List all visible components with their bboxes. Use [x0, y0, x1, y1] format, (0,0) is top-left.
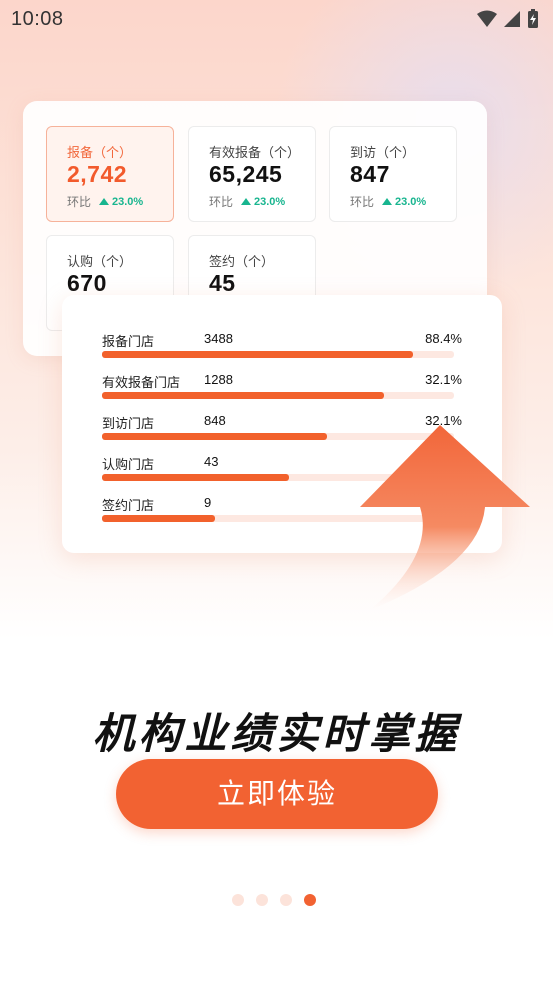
store-percent: 32.1%	[425, 372, 462, 387]
metric-label: 报备（个）	[67, 145, 133, 160]
store-count: 9	[204, 495, 212, 510]
status-bar: 10:08	[0, 0, 553, 38]
signal-icon	[504, 11, 520, 27]
compare-change: 23.0%	[112, 195, 144, 208]
page-indicator	[232, 894, 316, 906]
metric-visit: 到访（个） 847 环比 23.0%	[329, 126, 457, 222]
store-label: 到访门店	[102, 416, 155, 431]
metric-label: 有效报备（个）	[209, 145, 301, 160]
up-triangle-icon	[382, 198, 393, 205]
page-dot[interactable]	[280, 894, 292, 906]
up-triangle-icon	[99, 198, 110, 205]
store-label: 签约门店	[102, 498, 155, 513]
metric-value: 670	[67, 270, 107, 296]
page-dot[interactable]	[256, 894, 268, 906]
metric-compare: 环比 23.0%	[350, 193, 426, 210]
metric-compare: 环比 23.0%	[67, 193, 143, 210]
wifi-icon	[477, 10, 497, 27]
progress-track	[102, 392, 454, 399]
progress-fill	[102, 351, 414, 358]
status-time: 10:08	[11, 8, 64, 30]
headline: 机构业绩实时掌握	[92, 710, 461, 757]
battery-icon	[528, 9, 538, 28]
page-dot-active[interactable]	[304, 894, 316, 906]
compare-change: 23.0%	[254, 195, 286, 208]
status-icons	[477, 9, 539, 29]
metric-label: 认购（个）	[67, 254, 133, 269]
hero-illustration: 10:08 报备（个） 2,742 环比 23.0% 有效报备（个） 65,24…	[0, 0, 553, 640]
store-label: 认购门店	[102, 457, 155, 472]
growth-arrow-icon	[360, 425, 530, 610]
compare-change: 23.0%	[395, 195, 427, 208]
compare-label: 环比	[209, 195, 234, 209]
store-label: 有效报备门店	[102, 375, 181, 390]
store-percent: 88.4%	[425, 331, 462, 346]
metric-label: 签约（个）	[209, 254, 275, 269]
store-label: 报备门店	[102, 334, 155, 349]
up-triangle-icon	[241, 198, 252, 205]
metric-value: 65,245	[209, 161, 283, 187]
store-row: 报备门店 3488 88.4%	[102, 331, 462, 371]
store-row: 有效报备门店 1288 32.1%	[102, 372, 462, 412]
metric-report: 报备（个） 2,742 环比 23.0%	[46, 126, 174, 222]
metric-value: 45	[209, 270, 236, 296]
metric-value: 847	[350, 161, 390, 187]
store-count: 848	[204, 413, 226, 428]
progress-fill	[102, 515, 215, 522]
metric-label: 到访（个）	[350, 145, 416, 160]
metric-compare: 环比 23.0%	[209, 193, 285, 210]
store-count: 3488	[204, 331, 233, 346]
compare-label: 环比	[350, 195, 375, 209]
metric-valid-report: 有效报备（个） 65,245 环比 23.0%	[188, 126, 316, 222]
try-now-button[interactable]: 立即体验	[116, 759, 438, 829]
store-count: 1288	[204, 372, 233, 387]
metric-value: 2,742	[67, 161, 128, 187]
progress-fill	[102, 474, 289, 481]
page-dot[interactable]	[232, 894, 244, 906]
progress-fill	[102, 392, 384, 399]
progress-track	[102, 351, 454, 358]
store-count: 43	[204, 454, 219, 469]
compare-label: 环比	[67, 195, 92, 209]
progress-fill	[102, 433, 328, 440]
